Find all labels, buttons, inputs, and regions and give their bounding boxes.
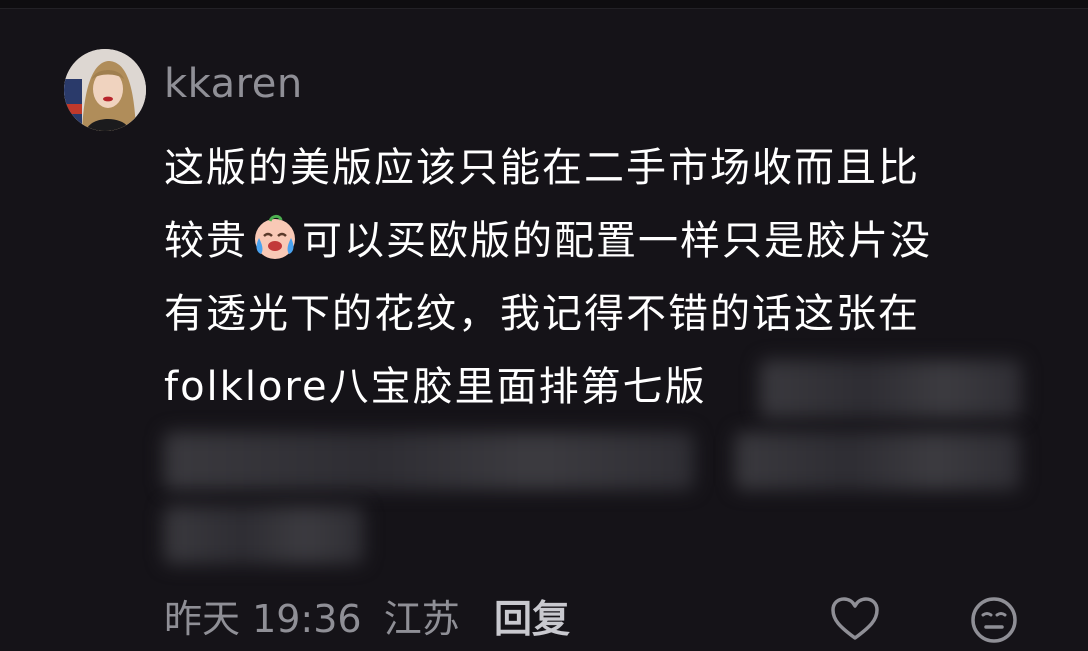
emoji-reaction-icon[interactable] [970, 596, 1018, 644]
comment-segment: 可以买欧版的配置一样只是胶片没 [302, 218, 932, 264]
username[interactable]: kkaren [164, 58, 303, 110]
top-divider [0, 0, 1088, 9]
comment-line: 有透光下的花纹，我记得不错的话这张在 [164, 291, 920, 337]
crying-laughing-emoji-icon [250, 212, 300, 262]
comment-segment: 较贵 [164, 218, 248, 264]
heart-icon[interactable] [830, 596, 880, 642]
comment-meta: 昨天 19:36 江苏 [164, 594, 470, 644]
blurred-text [735, 432, 1020, 490]
user-avatar[interactable] [64, 49, 146, 131]
blurred-text [164, 432, 694, 490]
comment-location: 江苏 [383, 597, 460, 641]
blurred-text [164, 506, 364, 564]
blurred-text [760, 360, 1022, 418]
comment-time: 昨天 19:36 [164, 597, 362, 641]
comment-line: 较贵 可以买欧版的配置一样只是胶片没 [164, 205, 1034, 278]
reply-button[interactable]: 回复 [494, 594, 570, 644]
comment-line: 这版的美版应该只能在二手市场收而且比 [164, 145, 920, 191]
